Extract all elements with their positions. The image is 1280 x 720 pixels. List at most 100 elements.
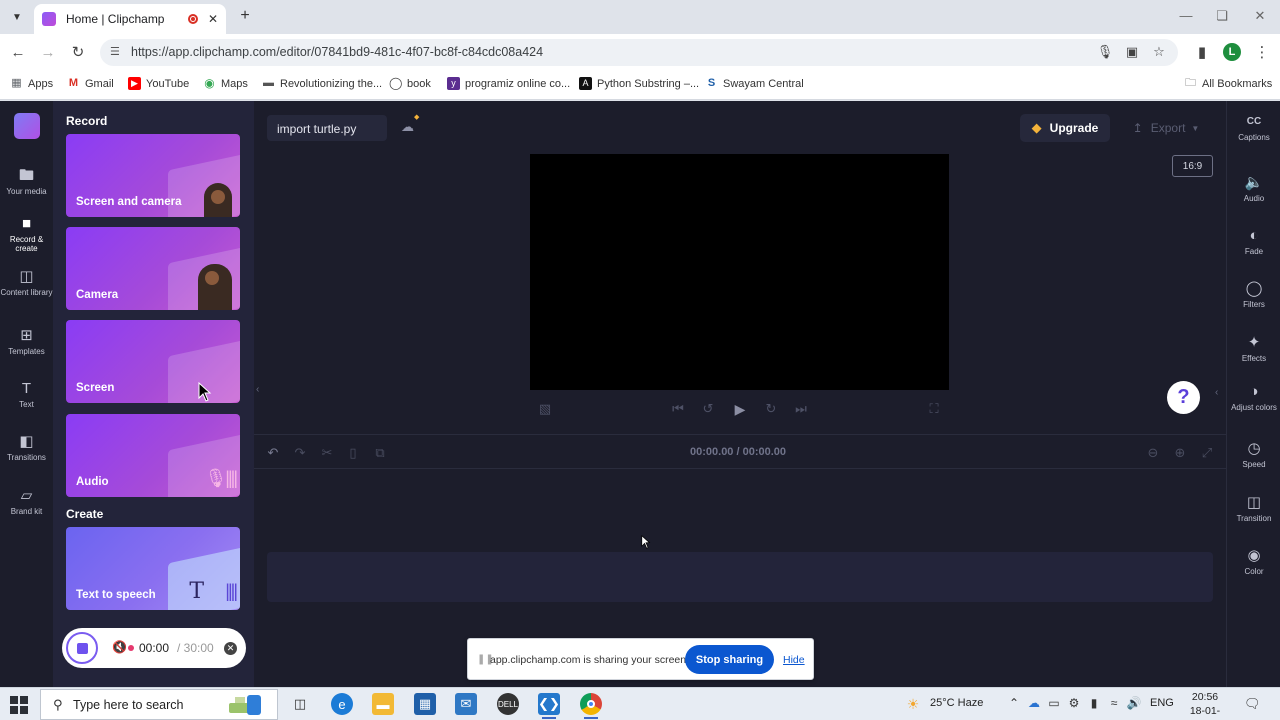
export-button[interactable]: ↥ Export ▼ — [1122, 114, 1210, 142]
mic-muted-icon[interactable]: 🔇 — [112, 640, 127, 654]
video-preview-canvas[interactable] — [530, 154, 949, 390]
task-view-icon[interactable]: ◫ — [289, 693, 311, 715]
bookmark-maps[interactable]: ◉ Maps — [203, 77, 248, 90]
bookmark-programiz[interactable]: y programiz online co... — [447, 77, 570, 90]
side-panel-icon[interactable]: ▮ — [1192, 42, 1212, 62]
url-text[interactable]: https://app.clipchamp.com/editor/07841bd… — [131, 45, 543, 59]
notification-center-icon[interactable]: 🗨 — [1244, 696, 1261, 712]
bookmark-gmail[interactable]: M Gmail — [67, 77, 114, 90]
mic-blocked-icon[interactable]: 🎙 — [1096, 44, 1114, 60]
project-name-field[interactable]: import turtle.py — [267, 115, 387, 141]
rail-item-audio[interactable]: 🔈 Audio — [1227, 174, 1280, 203]
forward-5s-icon[interactable]: ↻ — [762, 401, 780, 417]
fullscreen-icon[interactable]: ⛶ — [925, 401, 943, 417]
bookmark-revolutionizing[interactable]: ▬ Revolutionizing the... — [262, 77, 382, 90]
rail-item-effects[interactable]: ✦ Effects — [1227, 334, 1280, 363]
rail-item-transitions[interactable]: ◧ Transitions — [0, 433, 53, 462]
address-bar[interactable]: ☰ https://app.clipchamp.com/editor/07841… — [100, 39, 1178, 66]
timeline-empty-track[interactable] — [267, 552, 1213, 602]
show-hidden-icons-chevron-icon[interactable]: ⌃ — [1006, 696, 1022, 710]
cast-icon[interactable]: ▣ — [1123, 44, 1141, 60]
bookmark-swayam[interactable]: S Swayam Central — [705, 77, 804, 90]
tab-close-icon[interactable]: ✕ — [208, 12, 218, 26]
new-tab-button[interactable]: + — [236, 6, 254, 26]
taskbar-clock[interactable]: 20:56 18-01-2024 — [1182, 690, 1228, 720]
chrome-icon[interactable] — [580, 693, 602, 715]
site-info-icon[interactable]: ☰ — [110, 45, 124, 59]
rail-item-speed[interactable]: ◷ Speed — [1227, 440, 1280, 469]
kebab-menu-icon[interactable]: ⋮ — [1252, 42, 1272, 62]
collapse-panel-chevron-icon[interactable]: ‹ — [256, 384, 259, 395]
wifi-icon[interactable]: ≈ — [1106, 696, 1122, 710]
delete-trash-icon[interactable]: ▯ — [345, 445, 361, 461]
rail-item-brand-kit[interactable]: ▱ Brand kit — [0, 487, 53, 516]
duplicate-icon[interactable]: ⧉ — [372, 445, 388, 461]
split-scissors-icon[interactable]: ✂ — [319, 445, 335, 461]
rail-item-templates[interactable]: ⊞ Templates — [0, 327, 53, 356]
onedrive-cloud-icon[interactable]: ☁ — [1026, 696, 1042, 710]
settings-gear-icon[interactable]: ⚙ — [1066, 696, 1082, 710]
help-button[interactable]: ? — [1167, 381, 1200, 414]
windows-start-icon[interactable] — [10, 696, 28, 714]
rewind-5s-icon[interactable]: ↺ — [699, 401, 717, 417]
weather-haze-icon[interactable]: ☀ — [905, 696, 921, 713]
window-close-icon[interactable]: ✕ — [1250, 8, 1270, 24]
upgrade-button[interactable]: ◆ Upgrade — [1020, 114, 1110, 142]
rail-item-text[interactable]: T Text — [0, 380, 53, 409]
rail-item-filters[interactable]: ◯ Filters — [1227, 280, 1280, 309]
weather-text[interactable]: 25°C Haze — [930, 697, 983, 709]
rail-item-captions[interactable]: CC Captions — [1227, 113, 1280, 142]
rail-item-your-media[interactable]: 🖿 Your media — [0, 167, 53, 196]
undo-icon[interactable]: ↶ — [265, 445, 281, 461]
screen-card[interactable]: Screen — [66, 320, 240, 403]
close-recorder-icon[interactable]: ✕ — [224, 642, 237, 655]
zoom-out-icon[interactable]: ⊖ — [1145, 445, 1161, 461]
skip-to-start-icon[interactable]: ⏮ — [669, 401, 687, 417]
tab-clipchamp[interactable]: Home | Clipchamp ✕ — [34, 4, 226, 34]
bookmark-python-substring[interactable]: A Python Substring –... — [579, 77, 699, 90]
restore-icon[interactable]: ❏ — [1212, 8, 1232, 24]
fit-timeline-icon[interactable]: ⤢ — [1199, 445, 1215, 461]
bookmark-book[interactable]: ◯ book — [389, 77, 431, 90]
network-drive-icon[interactable]: ▭ — [1046, 696, 1062, 710]
edge-browser-icon[interactable]: e — [331, 693, 353, 715]
language-indicator[interactable]: ENG — [1150, 697, 1174, 709]
aspect-ratio-button[interactable]: 16:9 — [1172, 155, 1213, 177]
dell-icon[interactable]: DELL — [497, 693, 519, 715]
no-subtitles-icon[interactable]: ▧ — [536, 401, 554, 417]
screen-and-camera-card[interactable]: Screen and camera — [66, 134, 240, 217]
zoom-in-icon[interactable]: ⊕ — [1172, 445, 1188, 461]
tab-search-chevron-icon[interactable]: ▼ — [6, 7, 28, 27]
back-arrow-icon[interactable]: ← — [8, 42, 28, 62]
redo-icon[interactable]: ↷ — [292, 445, 308, 461]
collapse-properties-chevron-icon[interactable]: ‹ — [1215, 387, 1218, 398]
rail-item-record-create[interactable]: ■ Record & create — [0, 215, 53, 253]
rail-item-fade[interactable]: ◐ Fade — [1227, 227, 1280, 256]
stop-recording-button[interactable] — [66, 632, 98, 664]
minimize-icon[interactable]: — — [1176, 8, 1196, 23]
rail-item-color[interactable]: ◉ Color — [1227, 547, 1280, 576]
rail-item-transition[interactable]: ◫ Transition — [1227, 494, 1280, 523]
audio-card[interactable]: 🎙|||| Audio — [66, 414, 240, 497]
taskbar-search-box[interactable]: ⚲ Type here to search — [40, 689, 278, 720]
rail-item-adjust-colors[interactable]: ◑ Adjust colors — [1227, 383, 1280, 412]
stop-sharing-button[interactable]: Stop sharing — [685, 645, 774, 674]
reload-icon[interactable]: ↻ — [68, 42, 88, 62]
text-to-speech-card[interactable]: T |||| Text to speech — [66, 527, 240, 610]
skip-to-end-icon[interactable]: ⏭ — [792, 401, 810, 417]
vscode-icon[interactable]: ❮❯ — [538, 693, 560, 715]
rail-item-content-library[interactable]: ◫ Content library — [0, 268, 53, 297]
bookmark-star-icon[interactable]: ☆ — [1150, 44, 1168, 60]
camera-card[interactable]: Camera — [66, 227, 240, 310]
play-icon[interactable]: ▶ — [731, 401, 749, 418]
battery-icon[interactable]: ▮ — [1086, 696, 1102, 710]
cloud-backup-off-icon[interactable]: ☁ ◆ — [401, 114, 419, 135]
hide-link[interactable]: Hide — [783, 654, 805, 666]
volume-icon[interactable]: 🔊 — [1126, 696, 1142, 710]
bookmark-youtube[interactable]: ▶ YouTube — [128, 77, 189, 90]
all-bookmarks[interactable]: 🗀 All Bookmarks — [1184, 77, 1272, 90]
store-icon[interactable]: ▦ — [414, 693, 436, 715]
mail-icon[interactable]: ✉ — [455, 693, 477, 715]
file-explorer-icon[interactable]: ▬ — [372, 693, 394, 715]
profile-avatar[interactable]: L — [1223, 43, 1241, 61]
